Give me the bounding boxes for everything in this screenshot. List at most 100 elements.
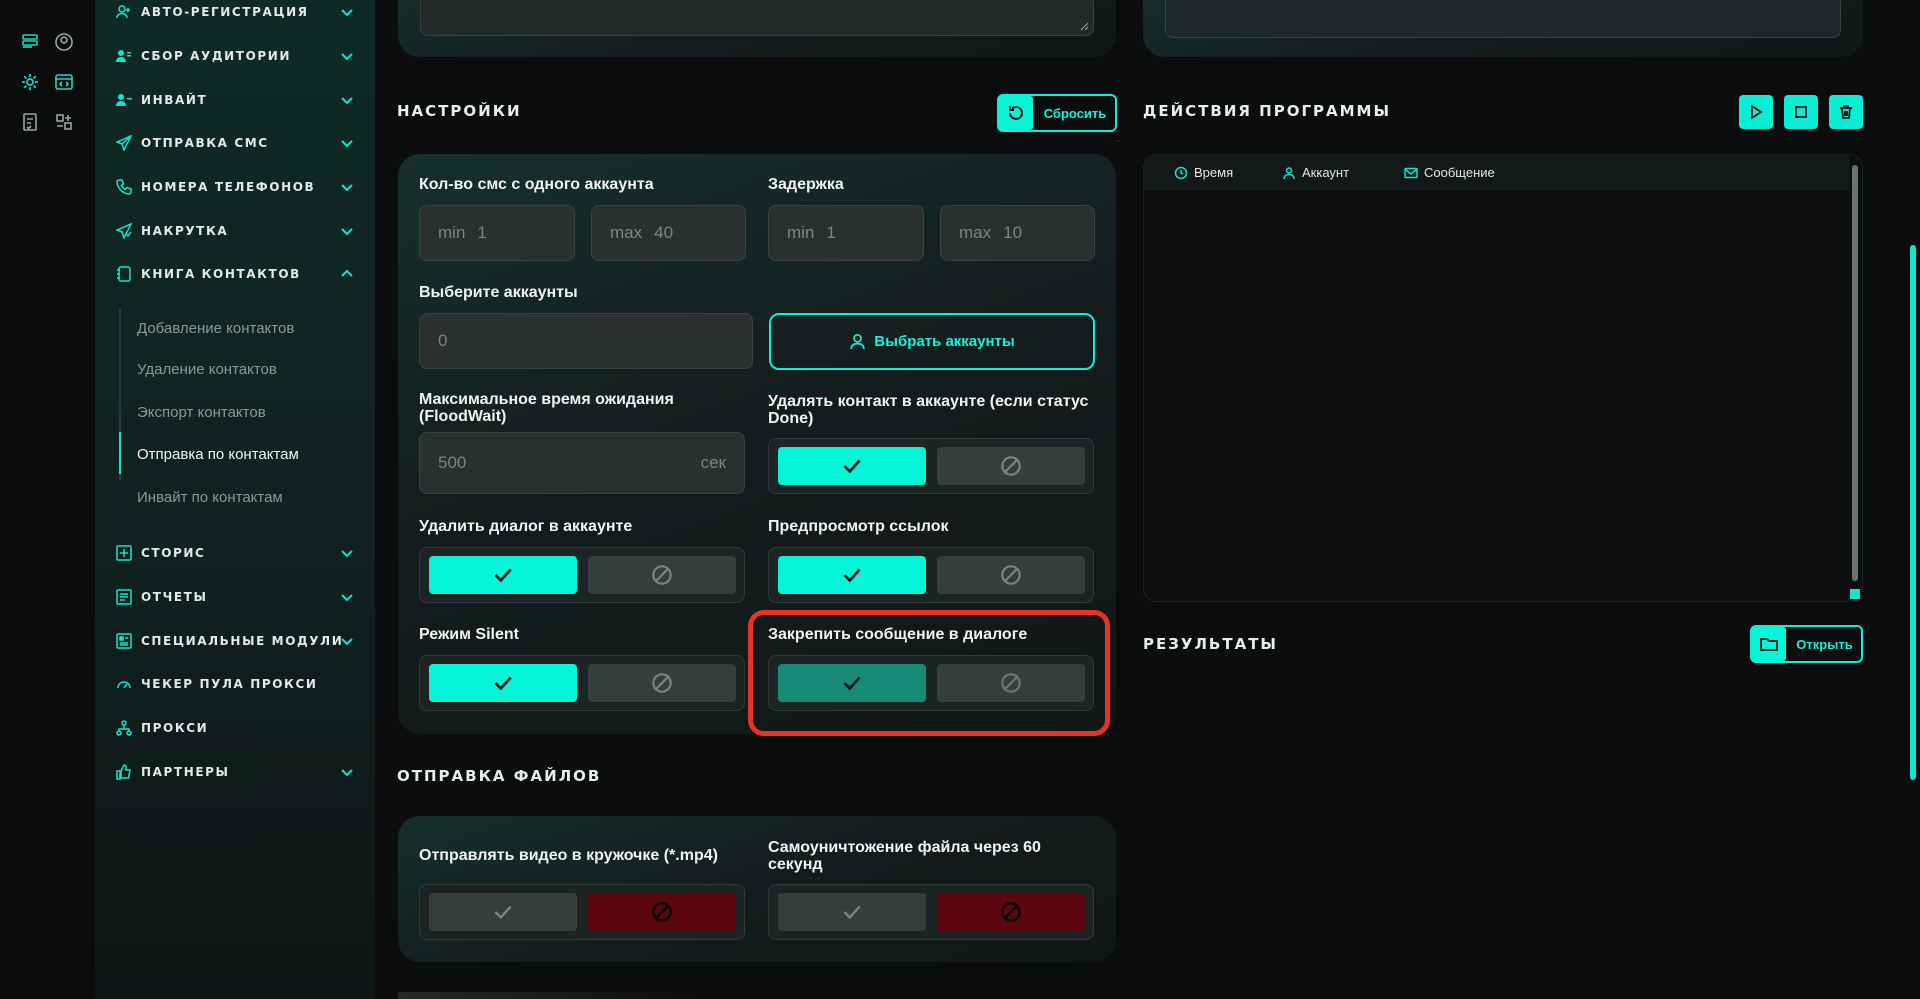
sidebar-item-proxy-checker[interactable]: ЧЕКЕР ПУЛА ПРОКСИ	[115, 666, 355, 702]
sidebar-item-audience[interactable]: СБОР АУДИТОРИИ	[115, 38, 355, 74]
gear-icon[interactable]	[19, 71, 41, 93]
floodwait-input[interactable]: 500 сек	[419, 432, 745, 494]
actions-log[interactable]: Время Аккаунт Сообщение	[1143, 154, 1863, 602]
phone-icon	[115, 178, 133, 196]
sidebar-item-label: КНИГА КОНТАКТОВ	[141, 267, 301, 281]
sidebar-item-sms[interactable]: ОТПРАВКА СМС	[115, 125, 355, 161]
delay-max-value: 10	[1003, 223, 1023, 242]
column-time[interactable]: Время	[1174, 165, 1233, 180]
floodwait-label: Максимальное время ожидания (FloodWait)	[419, 391, 674, 425]
user-icon	[850, 333, 866, 350]
log-resize-handle-icon[interactable]	[1850, 589, 1860, 599]
log-scrollbar[interactable]	[1852, 165, 1858, 581]
user-icon	[1283, 166, 1295, 179]
delete-dialog-off-button[interactable]	[588, 556, 736, 594]
stop-button[interactable]	[1784, 95, 1818, 129]
subitem-export-contacts[interactable]: Экспорт контактов	[137, 395, 367, 429]
subitem-send-by-contacts[interactable]: Отправка по контактам	[137, 437, 367, 471]
check-icon	[494, 905, 512, 920]
disabled-icon	[652, 565, 672, 585]
sidebar-item-label: ИНВАЙТ	[141, 93, 208, 107]
sidebar-item-proxy[interactable]: ПРОКСИ	[115, 710, 355, 746]
disabled-icon	[1001, 673, 1021, 693]
sidebar-item-boost[interactable]: НАКРУТКА	[115, 213, 355, 249]
pin-message-off-button[interactable]	[937, 664, 1085, 702]
floodwait-value: 500	[438, 453, 467, 472]
open-results-label: Открыть	[1796, 636, 1853, 652]
delay-min-input[interactable]: min 1	[768, 205, 924, 261]
check-icon	[843, 905, 861, 920]
gauge-icon	[115, 675, 133, 693]
column-account[interactable]: Аккаунт	[1282, 165, 1349, 180]
trash-icon	[1840, 105, 1852, 119]
sms-min-input[interactable]: min 1	[419, 205, 575, 261]
link-preview-on-button[interactable]	[778, 556, 926, 594]
database-icon[interactable]	[19, 31, 41, 53]
column-time-label: Время	[1194, 165, 1234, 180]
video-circle-on-button[interactable]	[429, 893, 577, 931]
silent-off-button[interactable]	[588, 664, 736, 702]
code-window-icon[interactable]	[53, 71, 75, 93]
accounts-count-input[interactable]: 0	[419, 313, 753, 369]
stop-icon	[1795, 106, 1807, 118]
sidebar-item-label: ОТЧЕТЫ	[141, 590, 208, 604]
resize-handle-icon[interactable]	[1079, 21, 1089, 31]
delete-contact-on-button[interactable]	[778, 447, 926, 485]
select-accounts-button[interactable]: Выбрать аккаунты	[769, 313, 1095, 370]
sidebar-item-reports[interactable]: ОТЧЕТЫ	[115, 579, 355, 615]
task-list-icon[interactable]	[19, 111, 41, 133]
self-destruct-off-button[interactable]	[937, 893, 1085, 931]
floodwait-unit: сек	[700, 453, 726, 472]
sidebar: АВТО-РЕГИСТРАЦИЯ СБОР АУДИТОРИИ ИНВАЙТ О…	[95, 0, 375, 999]
delete-contact-label: Удалять контакт в аккаунте (если статус …	[768, 393, 1089, 427]
clear-button[interactable]	[1829, 95, 1863, 129]
sidebar-item-special-modules[interactable]: СПЕЦИАЛЬНЫЕ МОДУЛИ	[115, 623, 355, 659]
grid-switch-icon[interactable]	[53, 111, 75, 133]
column-account-label: Аккаунт	[1302, 165, 1350, 180]
column-message[interactable]: Сообщение	[1404, 165, 1495, 180]
silent-on-button[interactable]	[429, 664, 577, 702]
delay-max-input[interactable]: max 10	[940, 205, 1095, 261]
open-results-button[interactable]: Открыть	[1750, 625, 1863, 663]
delay-label: Задержка	[768, 176, 844, 193]
next-section-hint	[398, 992, 698, 999]
link-preview-off-button[interactable]	[937, 556, 1085, 594]
self-destruct-on-button[interactable]	[778, 893, 926, 931]
modules-icon	[115, 632, 133, 650]
sidebar-item-partners[interactable]: ПАРТНЕРЫ	[115, 754, 355, 790]
subitem-invite-by-contacts[interactable]: Инвайт по контактам	[137, 480, 367, 514]
self-destruct-toggle	[768, 884, 1094, 940]
sidebar-item-label: СБОР АУДИТОРИИ	[141, 49, 292, 63]
delay-min-value: 1	[826, 223, 836, 242]
chevron-down-icon	[341, 769, 353, 777]
chevron-down-icon	[341, 140, 353, 148]
users-icon	[115, 47, 133, 65]
report-icon	[115, 588, 133, 606]
network-icon	[115, 719, 133, 737]
chevron-down-icon	[341, 594, 353, 602]
delete-contact-off-button[interactable]	[937, 447, 1085, 485]
link-preview-label: Предпросмотр ссылок	[768, 518, 949, 535]
user-circle-icon[interactable]	[53, 31, 75, 53]
pin-message-on-button[interactable]	[778, 664, 926, 702]
sms-max-input[interactable]: max 40	[591, 205, 746, 261]
chevron-down-icon	[341, 184, 353, 192]
sidebar-item-phones[interactable]: НОМЕРА ТЕЛЕФОНОВ	[115, 169, 355, 205]
sidebar-item-label: ПРОКСИ	[141, 721, 209, 735]
play-button[interactable]	[1739, 95, 1773, 129]
sidebar-item-contacts-book[interactable]: КНИГА КОНТАКТОВ	[115, 256, 355, 292]
page-scrollbar[interactable]	[1910, 245, 1916, 780]
sidebar-item-auto-registration[interactable]: АВТО-РЕГИСТРАЦИЯ	[115, 0, 355, 30]
user-add-icon	[115, 3, 133, 21]
right-top-field[interactable]	[1165, 0, 1841, 38]
sidebar-item-stories[interactable]: СТОРИС	[115, 535, 355, 571]
sidebar-item-invite[interactable]: ИНВАЙТ	[115, 82, 355, 118]
subitem-add-contacts[interactable]: Добавление контактов	[137, 311, 367, 345]
send-icon	[115, 134, 133, 152]
message-textarea[interactable]	[420, 0, 1094, 36]
delete-dialog-on-button[interactable]	[429, 556, 577, 594]
subitem-delete-contacts[interactable]: Удаление контактов	[137, 352, 367, 386]
video-circle-off-button[interactable]	[588, 893, 736, 931]
reset-button[interactable]: Сбросить	[997, 94, 1117, 132]
delete-dialog-label: Удалить диалог в аккаунте	[419, 518, 633, 535]
